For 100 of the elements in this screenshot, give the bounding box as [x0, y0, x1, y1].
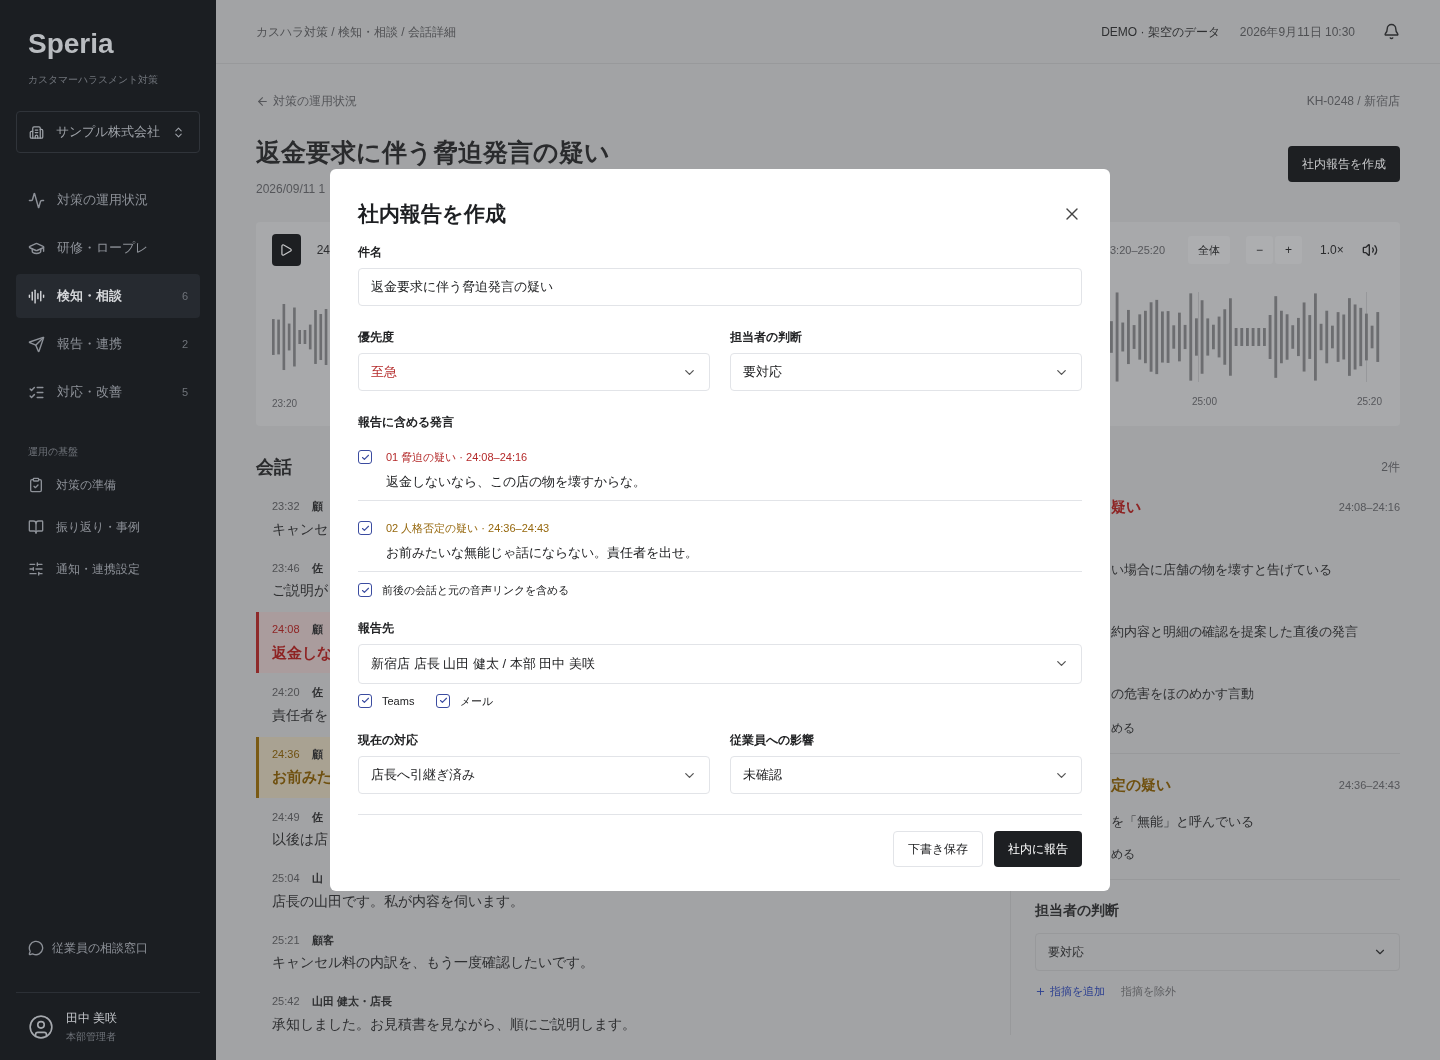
field-label: 従業員への影響: [730, 732, 815, 749]
datetime: 2026年9月11日 10:30: [1239, 23, 1355, 41]
avatar-icon: [28, 1013, 54, 1040]
time-range: 3:20–25:20: [1110, 242, 1167, 258]
checkbox[interactable]: [358, 521, 372, 536]
speaker-name: 顧: [311, 499, 323, 514]
user-role: 本部管理者: [66, 1030, 117, 1044]
nav-item[interactable]: 振り返り・事例: [16, 509, 200, 545]
zoom-out-button[interactable]: −: [1246, 236, 1273, 264]
recipients-select[interactable]: 新宿店 店長 山田 健太 / 本部 田中 美咲: [358, 643, 1082, 684]
findings-count: 2件: [1381, 459, 1400, 476]
plus-icon: [1035, 985, 1046, 997]
sliders-icon: [28, 561, 44, 577]
arrow-left-icon: [256, 94, 269, 108]
field-label: 報告に含める発言: [358, 414, 455, 431]
message-text: 店長の山田です。私が内容を伺います。: [272, 891, 524, 911]
checkbox-label: Teams: [382, 693, 415, 709]
nav-item[interactable]: 通知・連携設定: [16, 551, 200, 587]
time-tick: 25:00: [1191, 395, 1217, 409]
save-draft-button[interactable]: 下書き保存: [893, 831, 983, 867]
message-time: 25:04: [272, 871, 300, 886]
nav-item[interactable]: 報告・連携 2: [16, 322, 200, 366]
checkbox[interactable]: [358, 583, 372, 598]
checkbox-label: メール: [460, 693, 494, 709]
finding-detail: の危害をほのめかす言動: [1111, 684, 1254, 703]
speaker-name: 山田 健太・店長: [311, 994, 392, 1009]
finding-detail: い場合に店舗の物を壊すと告げている: [1111, 560, 1332, 579]
message-text: 責任者を: [272, 705, 328, 725]
bell-icon[interactable]: [1383, 23, 1400, 40]
time-tick: 25:20: [1356, 395, 1382, 409]
message-text: 承知しました。お見積書を見ながら、順にご説明します。: [272, 1014, 636, 1034]
playback-speed[interactable]: 1.0×: [1320, 241, 1344, 259]
nav-item[interactable]: 対策の運用状況: [16, 178, 200, 222]
field-label: 担当者の判断: [730, 329, 803, 346]
help-link[interactable]: 従業員の相談窓口: [16, 930, 200, 966]
user-name: 田中 美咲: [66, 1010, 118, 1027]
org-selector[interactable]: サンプル株式会社: [16, 111, 200, 153]
message-text: キャンセル料の内訳を、もう一度確認したいです。: [272, 953, 594, 972]
speaker-icon[interactable]: [1361, 242, 1378, 258]
paper-plane-icon: [28, 335, 45, 353]
include-label: める: [1111, 846, 1135, 863]
speaker-name: 顧: [311, 622, 323, 637]
judgement-select[interactable]: 要対応: [730, 353, 1082, 391]
nav-item[interactable]: 研修・ロープレ: [16, 226, 200, 270]
finding-detail: を「無能」と呼んでいる: [1111, 813, 1254, 831]
current-time: 24: [316, 242, 330, 259]
chevrons-up-down-icon: [172, 125, 185, 139]
message-time: 23:46: [272, 560, 300, 576]
current-action-select[interactable]: 店長へ引継ぎ済み: [358, 756, 710, 794]
speaker-name: 佐: [311, 685, 323, 700]
create-report-button[interactable]: 社内報告を作成: [1288, 146, 1400, 182]
checkbox[interactable]: [358, 450, 372, 465]
check-icon: [360, 452, 370, 462]
subject-field[interactable]: 返金要求に伴う脅迫発言の疑い: [358, 268, 1082, 306]
utterance-header: 02 人格否定の疑い · 24:36–24:43: [386, 521, 550, 536]
section-heading: 会話: [256, 455, 292, 479]
nav-count: 6: [181, 288, 188, 304]
speaker-name: 山: [311, 871, 323, 886]
full-view-button[interactable]: 全体: [1188, 236, 1230, 264]
nav-count: 2: [181, 336, 188, 352]
date: 2026/09/11 1: [256, 181, 327, 198]
building-icon: [29, 124, 44, 140]
employee-impact-select[interactable]: 未確認: [730, 756, 1082, 794]
nav-item[interactable]: 対応・改善 5: [16, 370, 200, 414]
finding-title: 定の疑い: [1111, 774, 1171, 795]
open-book-icon: [28, 519, 44, 535]
section-title: 運用の基盤: [27, 445, 79, 459]
nav-item[interactable]: 対策の準備: [16, 467, 200, 503]
check-icon: [438, 696, 448, 706]
speech-bubble-icon: [28, 940, 44, 956]
message-time: 24:49: [272, 809, 300, 825]
pulse-icon: [28, 191, 45, 209]
tagline: カスタマーハラスメント対策: [27, 73, 159, 87]
priority-select[interactable]: 至急: [358, 353, 710, 391]
finding-time: 24:08–24:16: [1338, 500, 1400, 515]
message-time: 24:20: [272, 685, 300, 700]
checkbox[interactable]: [358, 693, 372, 708]
page-title: 返金要求に伴う脅迫発言の疑い: [256, 137, 610, 168]
judgement-select[interactable]: 要対応: [1035, 933, 1400, 971]
message-text: お前みた: [272, 767, 332, 787]
message-time: 24:36: [272, 746, 300, 762]
message-time: 25:42: [272, 994, 300, 1009]
utterance-text: お前みたいな無能じゃ話にならない。責任者を出せ。: [385, 543, 699, 562]
speaker-name: 佐: [311, 809, 323, 825]
check-icon: [360, 696, 370, 706]
dialog-title: 社内報告を作成: [358, 201, 506, 228]
speaker-name: 顧客: [311, 932, 334, 948]
submit-report-button[interactable]: 社内に報告: [994, 831, 1082, 867]
case-reference: KH-0248 / 新宿店: [1306, 93, 1400, 110]
finding-time: 24:36–24:43: [1338, 777, 1400, 793]
zoom-in-button[interactable]: +: [1275, 236, 1302, 264]
demo-label: DEMO · 架空のデータ: [1101, 23, 1220, 41]
finding-detail: 約内容と明細の確認を提案した直後の発言: [1111, 622, 1358, 641]
checkbox[interactable]: [436, 693, 451, 708]
play-button[interactable]: [272, 234, 301, 266]
audio-wave-icon: [28, 287, 45, 305]
add-finding-link[interactable]: 指摘を追加: [1035, 983, 1105, 1000]
nav-item[interactable]: 検知・相談 6: [16, 274, 200, 318]
logo: Speria: [27, 30, 115, 58]
speaker-name: 顧: [311, 746, 323, 762]
